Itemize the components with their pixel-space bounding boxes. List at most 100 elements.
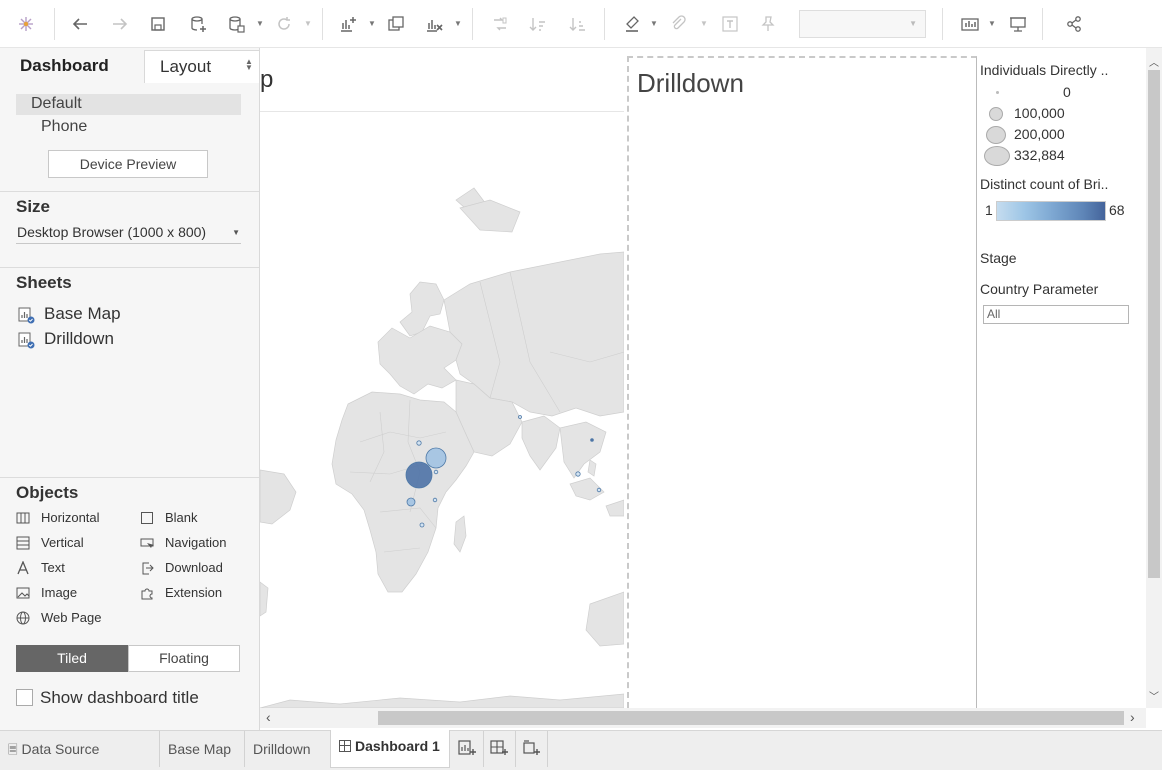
new-dashboard-icon[interactable] — [489, 738, 511, 760]
object-label: Image — [41, 585, 78, 600]
map-bubble[interactable] — [432, 497, 438, 503]
horizontal-scrollbar[interactable]: ‹ › — [260, 708, 1146, 728]
object-label: Navigation — [165, 535, 227, 550]
device-default[interactable]: Default — [16, 94, 241, 115]
map-bubble[interactable] — [433, 469, 439, 475]
chevron-down-icon[interactable]: ▼ — [700, 19, 708, 29]
size-heading: Size — [16, 197, 51, 216]
dashboard-icon — [339, 740, 351, 752]
new-data-source-icon[interactable] — [186, 12, 210, 36]
pause-updates-icon[interactable] — [224, 12, 248, 36]
sheets-heading: Sheets — [16, 273, 72, 292]
undo-icon[interactable] — [68, 12, 92, 36]
sort-descending-icon[interactable] — [566, 12, 590, 36]
scroll-right-icon[interactable]: › — [1130, 709, 1135, 725]
clear-sheet-icon[interactable] — [422, 12, 446, 36]
tiled-button[interactable]: Tiled — [16, 645, 128, 672]
map-bubble[interactable] — [596, 487, 602, 493]
data-source-icon: 🗏 — [8, 743, 18, 757]
base-map-worksheet[interactable]: p — [260, 48, 624, 708]
new-worksheet-icon[interactable] — [457, 738, 479, 760]
duplicate-sheet-icon[interactable] — [384, 12, 408, 36]
drilldown-worksheet[interactable]: Drilldown — [627, 56, 977, 708]
new-story-icon[interactable] — [521, 738, 543, 760]
map-bubble[interactable] — [575, 471, 581, 477]
country-parameter-label: Country Parameter — [980, 281, 1099, 297]
size-dropdown[interactable]: Desktop Browser (1000 x 800) ▼ — [16, 222, 241, 244]
redo-icon[interactable] — [108, 12, 132, 36]
tab-layout[interactable]: Layout ▲ ▼ — [144, 50, 260, 83]
download-icon — [142, 562, 154, 575]
size-legend-mark — [996, 91, 999, 94]
toolbar: ▼ ▼ ▼ ▼ ▼ ▼ ▼ ▼ — [0, 0, 1162, 48]
refresh-icon[interactable] — [272, 12, 296, 36]
map-bubble[interactable] — [590, 438, 594, 442]
chevron-down-icon[interactable]: ▼ — [304, 19, 312, 29]
share-icon[interactable] — [1062, 12, 1086, 36]
object-label: Blank — [165, 510, 198, 525]
scroll-up-icon[interactable]: ︿ — [1149, 54, 1159, 69]
scroll-down-icon[interactable]: ﹀ — [1149, 688, 1159, 703]
map-bubble[interactable] — [405, 461, 433, 489]
size-legend-mark — [984, 146, 1010, 166]
new-worksheet-icon[interactable] — [336, 12, 360, 36]
tab-stepper-icon: ▲ ▼ — [245, 57, 253, 72]
scroll-left-icon[interactable]: ‹ — [266, 709, 271, 725]
fit-dropdown[interactable]: ▼ — [799, 10, 926, 38]
color-legend[interactable]: 1 68 — [980, 200, 1140, 224]
chevron-down-icon[interactable]: ▼ — [454, 19, 462, 29]
size-legend-title[interactable]: Individuals Directly .. — [980, 62, 1140, 78]
object-label: Vertical — [41, 535, 84, 550]
pin-icon[interactable] — [756, 12, 780, 36]
sheet-item-label: Drilldown — [44, 329, 114, 348]
tab-dashboard-1[interactable]: Dashboard 1 — [330, 730, 450, 768]
object-label: Web Page — [41, 610, 102, 625]
map-bubble[interactable] — [425, 447, 447, 469]
size-legend-label: 332,884 — [1014, 147, 1065, 163]
vertical-scrollbar[interactable]: ︿ ﹀ — [1146, 48, 1162, 708]
map-bubble[interactable] — [406, 497, 416, 507]
map-bubble[interactable] — [419, 522, 425, 528]
object-label: Text — [41, 560, 65, 575]
show-labels-icon[interactable] — [718, 12, 742, 36]
worksheet-icon — [18, 307, 35, 324]
horizontal-scroll-thumb[interactable] — [378, 711, 1124, 725]
tab-label: Dashboard 1 — [355, 738, 440, 754]
tab-dashboard[interactable]: Dashboard — [0, 50, 144, 82]
size-legend-label: 200,000 — [1014, 126, 1065, 142]
swap-icon[interactable] — [488, 12, 512, 36]
extension-icon — [141, 588, 153, 600]
tableau-logo-icon[interactable] — [14, 12, 38, 36]
highlight-icon[interactable] — [620, 12, 644, 36]
floating-button[interactable]: Floating — [128, 645, 240, 672]
map-bubble[interactable] — [416, 440, 422, 446]
chevron-down-icon[interactable]: ▼ — [650, 19, 658, 29]
blank-icon — [141, 512, 153, 524]
object-label: Download — [165, 560, 223, 575]
world-map[interactable] — [260, 112, 624, 708]
color-legend-title[interactable]: Distinct count of Bri.. — [980, 176, 1140, 192]
sort-ascending-icon[interactable] — [526, 12, 550, 36]
tab-base-map[interactable]: Base Map — [168, 731, 231, 767]
show-title-checkbox[interactable] — [16, 689, 33, 706]
chevron-down-icon[interactable]: ▼ — [988, 19, 996, 29]
size-legend[interactable]: 0 100,000 200,000 332,884 — [980, 84, 1140, 168]
tab-drilldown[interactable]: Drilldown — [253, 731, 311, 767]
tab-data-source[interactable]: 🗏 Data Source — [8, 731, 99, 767]
chevron-down-icon[interactable]: ▼ — [368, 19, 376, 29]
size-value: Desktop Browser (1000 x 800) — [17, 224, 207, 240]
chevron-down-icon[interactable]: ▼ — [256, 19, 264, 29]
group-icon[interactable] — [666, 12, 690, 36]
sheet-item-drilldown[interactable]: Drilldown — [18, 329, 248, 351]
show-me-icon[interactable] — [958, 12, 982, 36]
save-icon[interactable] — [146, 12, 170, 36]
color-legend-max: 68 — [1109, 202, 1125, 218]
vertical-scroll-thumb[interactable] — [1148, 70, 1160, 578]
device-phone[interactable]: Phone — [41, 118, 87, 136]
device-preview-button[interactable]: Device Preview — [48, 150, 208, 178]
map-bubble[interactable] — [518, 415, 522, 419]
country-parameter-input[interactable]: All — [983, 305, 1129, 324]
device-default-label: Default — [31, 95, 82, 112]
sheet-item-base-map[interactable]: Base Map — [18, 304, 248, 326]
presentation-mode-icon[interactable] — [1006, 12, 1030, 36]
